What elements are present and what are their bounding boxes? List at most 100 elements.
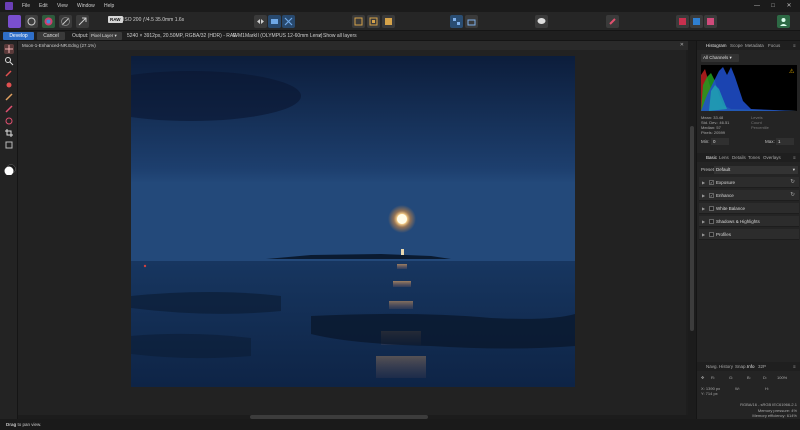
split-view-icon[interactable] xyxy=(254,15,267,28)
white-balance-tool-icon[interactable] xyxy=(4,68,14,78)
histogram-tabs: Histogram Scope Metadata Focus ≡ xyxy=(697,41,800,50)
tab-tones[interactable]: Tones xyxy=(748,155,760,160)
section-name: Enhance xyxy=(716,193,734,198)
menu-view[interactable]: View xyxy=(57,3,68,9)
section-exposure[interactable]: ▶ ✓ Exposure ↻ xyxy=(699,177,799,188)
reset-icon[interactable]: ↻ xyxy=(790,179,795,185)
export-persona-icon[interactable] xyxy=(76,15,89,28)
channel-select[interactable]: All Channels ▾ xyxy=(701,54,739,62)
section-checkbox[interactable]: ✓ xyxy=(709,180,714,185)
section-checkbox[interactable] xyxy=(709,232,714,237)
crop-tool-icon[interactable] xyxy=(4,128,14,138)
brush-pin-icon[interactable] xyxy=(606,15,619,28)
clipping-highlights-icon[interactable] xyxy=(367,15,380,28)
overlay-erase-icon[interactable] xyxy=(4,140,14,150)
section-name: Exposure xyxy=(716,180,736,185)
maximize-icon[interactable]: □ xyxy=(769,2,777,10)
exif-summary: ISO 200 ƒ/4.5 35.0mm 1.6s xyxy=(123,17,185,23)
warning-triangle-icon[interactable]: ⚠ xyxy=(789,68,794,75)
tab-basic[interactable]: Basic xyxy=(706,155,717,160)
menu-help[interactable]: Help xyxy=(104,3,114,9)
section-name: Shadows & Highlights xyxy=(716,219,760,224)
menu-window[interactable]: Window xyxy=(77,3,95,9)
color-swatch-pink-icon[interactable] xyxy=(704,15,717,28)
tab-snapshots[interactable]: Snap. xyxy=(735,364,747,369)
expand-caret-icon[interactable]: ▶ xyxy=(702,219,705,224)
show-all-layers-label[interactable]: Show all layers xyxy=(323,33,357,39)
raw-badge: RAW xyxy=(108,16,123,23)
min-input[interactable]: 0 xyxy=(711,138,729,145)
minimize-icon[interactable]: — xyxy=(753,2,761,10)
overlay-paint-icon[interactable] xyxy=(4,104,14,114)
chat-bubble-icon[interactable] xyxy=(535,15,548,28)
close-document-icon[interactable]: ✕ xyxy=(680,42,684,48)
expand-caret-icon[interactable]: ▶ xyxy=(702,232,705,237)
tab-navigator[interactable]: Navg. xyxy=(706,364,718,369)
clipping-tones-icon[interactable] xyxy=(382,15,395,28)
info-h: H: xyxy=(765,386,769,391)
tab-scope[interactable]: Scope xyxy=(730,43,743,48)
develop-button[interactable]: Develop xyxy=(3,32,34,40)
photo-image xyxy=(131,56,575,387)
output-select[interactable]: Pixel Layer ▾ xyxy=(89,32,122,40)
mirror-view-icon[interactable] xyxy=(268,15,281,28)
section-shadows-highlights[interactable]: ▶ Shadows & Highlights xyxy=(699,216,799,227)
compare-view-icon[interactable] xyxy=(282,15,295,28)
photo-persona-icon[interactable] xyxy=(8,15,21,28)
develop-panel-menu-icon[interactable]: ≡ xyxy=(793,155,796,160)
section-enhance[interactable]: ▶ ✓ Enhance ↻ xyxy=(699,190,799,201)
zoom-tool-icon[interactable] xyxy=(4,56,14,66)
menu-edit[interactable]: Edit xyxy=(39,3,48,9)
color-swatch-red-icon[interactable] xyxy=(676,15,689,28)
tab-details[interactable]: Details xyxy=(732,155,746,160)
blemish-tool-icon[interactable] xyxy=(4,92,14,102)
expand-caret-icon[interactable]: ▶ xyxy=(702,206,705,211)
info-panel-menu-icon[interactable]: ≡ xyxy=(793,364,796,369)
vertical-scrollbar[interactable] xyxy=(688,41,696,419)
canvas-area[interactable] xyxy=(18,50,686,415)
tab-overlays[interactable]: Overlays xyxy=(763,155,781,160)
app-logo-icon[interactable] xyxy=(5,2,13,10)
vertical-scroll-thumb[interactable] xyxy=(690,126,694,331)
preset-select[interactable]: Default ▾ xyxy=(714,166,798,174)
color-swatch-blue-icon[interactable] xyxy=(690,15,703,28)
max-label: Max: xyxy=(765,139,775,144)
cancel-button[interactable]: Cancel xyxy=(37,32,65,40)
clipping-shadows-icon[interactable] xyxy=(352,15,365,28)
expand-caret-icon[interactable]: ▶ xyxy=(702,193,705,198)
user-account-icon[interactable] xyxy=(777,15,790,28)
overlay-gradient-icon[interactable] xyxy=(4,116,14,126)
red-eye-tool-icon[interactable] xyxy=(4,80,14,90)
checkmark-icon[interactable]: ✓ xyxy=(318,33,322,39)
preset-row: Preset: Default ▾ xyxy=(697,165,800,175)
tab-info[interactable]: Info xyxy=(747,364,755,369)
section-profiles[interactable]: ▶ Profiles xyxy=(699,229,799,240)
max-input[interactable]: 1 xyxy=(776,138,794,145)
section-checkbox[interactable]: ✓ xyxy=(709,193,714,198)
liquify-persona-icon[interactable] xyxy=(25,15,38,28)
assistant-icon[interactable] xyxy=(450,15,463,28)
tab-history[interactable]: History xyxy=(719,364,733,369)
document-tab[interactable]: Moon-1-Enhanced-NR.Edng (27.1%) ✕ xyxy=(18,41,688,50)
tab-32p[interactable]: 32P xyxy=(758,364,766,369)
panel-menu-icon[interactable]: ≡ xyxy=(793,43,796,48)
section-checkbox[interactable] xyxy=(709,206,714,211)
expand-caret-icon[interactable]: ▶ xyxy=(702,180,705,185)
section-white-balance[interactable]: ▶ White Balance xyxy=(699,203,799,214)
tab-metadata[interactable]: Metadata xyxy=(745,43,764,48)
document-title: Moon-1-Enhanced-NR.Edng (27.1%) xyxy=(22,43,96,48)
tab-histogram[interactable]: Histogram xyxy=(706,43,727,48)
section-checkbox[interactable] xyxy=(709,219,714,224)
menu-file[interactable]: File xyxy=(22,3,30,9)
view-tool-icon[interactable] xyxy=(4,44,14,54)
develop-tabs: Basic Lens Details Tones Overlays ≡ xyxy=(697,153,800,162)
tab-lens[interactable]: Lens xyxy=(719,155,729,160)
reset-icon[interactable]: ↻ xyxy=(790,192,795,198)
snapshots-icon[interactable] xyxy=(465,15,478,28)
close-icon[interactable]: ✕ xyxy=(785,2,793,10)
color-wells-icon[interactable] xyxy=(2,161,16,176)
develop-persona-icon[interactable] xyxy=(42,15,55,28)
tab-focus[interactable]: Focus xyxy=(768,43,780,48)
info-panel: ✥ R: G: B: D: 100% X: 1390 px Y: 714 px … xyxy=(697,371,800,419)
tone-mapping-persona-icon[interactable] xyxy=(59,15,72,28)
